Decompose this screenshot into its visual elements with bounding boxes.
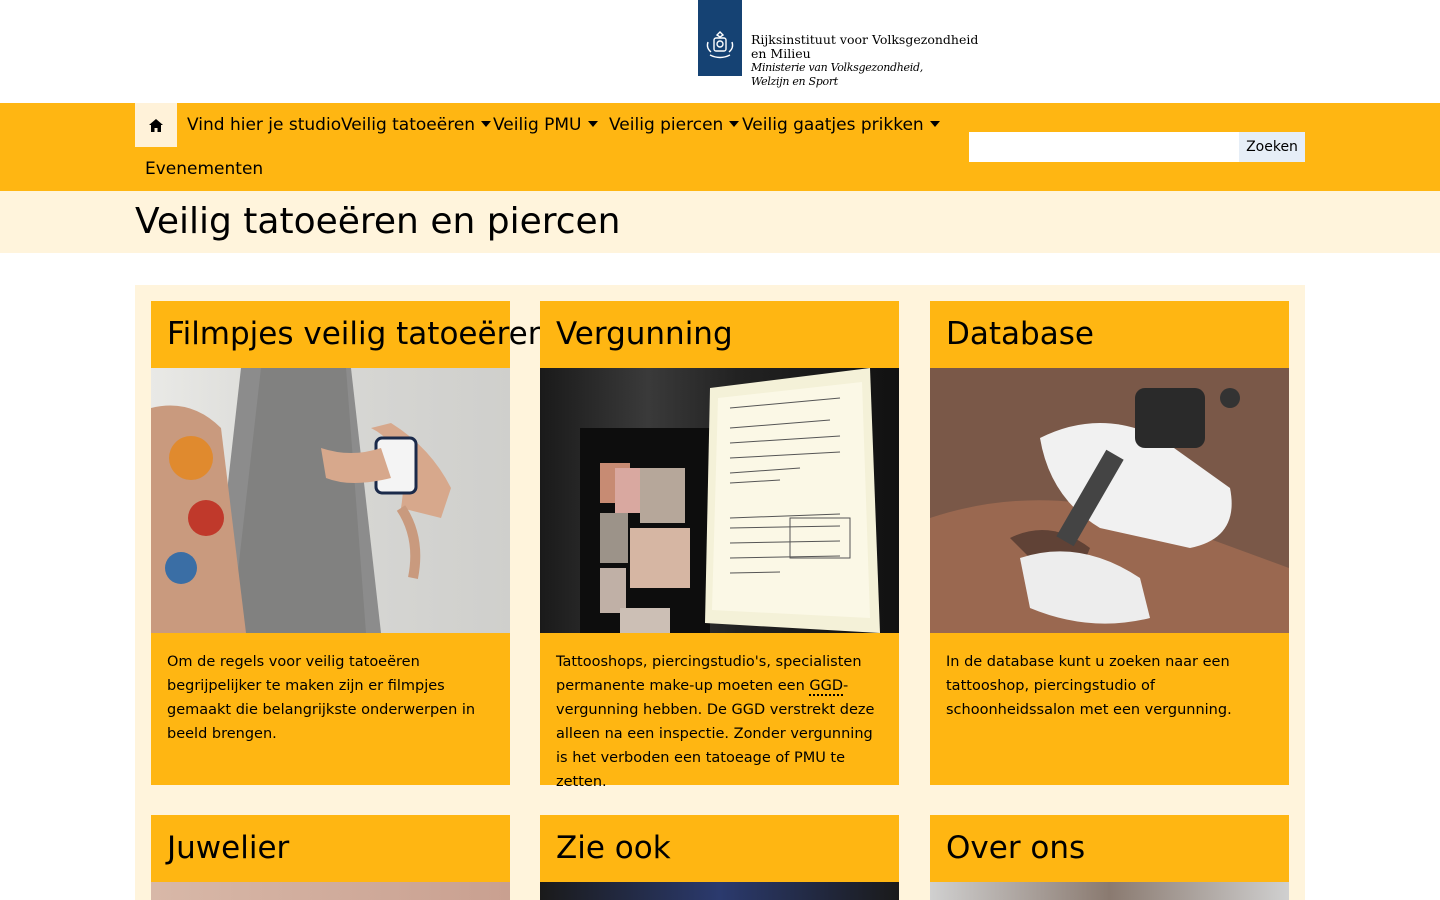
card-image-zie-ook[interactable]: [540, 882, 899, 900]
card-image-tattoo-machine[interactable]: [930, 368, 1289, 633]
logo-text[interactable]: Rijksinstituut voor Volksgezondheid en M…: [751, 33, 978, 89]
nav-item-label: Veilig piercen: [609, 115, 724, 135]
card-filmpjes[interactable]: Filmpjes veilig tatoeëren Om de regels v…: [151, 301, 547, 785]
card-image-tattooed-arm[interactable]: [151, 368, 510, 633]
caret-down-icon: [929, 121, 940, 127]
nav-home-button[interactable]: [135, 103, 177, 147]
card-image-juwelier[interactable]: [151, 882, 510, 900]
nav-item-veilig-pmu[interactable]: Veilig PMU: [493, 103, 598, 147]
logo-ministry: Ministerie van Volksgezondheid,: [751, 61, 923, 74]
tattoo-machine-illustration: [930, 368, 1289, 633]
logo[interactable]: [698, 0, 742, 76]
nav-item-label: Veilig tatoeëren: [341, 115, 476, 135]
page-title: Veilig tatoeëren en piercen: [135, 201, 621, 242]
tattooed-arm-illustration: [151, 368, 451, 633]
card-title[interactable]: Filmpjes veilig tatoeëren: [151, 301, 547, 368]
home-icon: [149, 118, 163, 132]
card-image-permit[interactable]: [540, 368, 899, 633]
content-area: Filmpjes veilig tatoeëren Om de regels v…: [135, 285, 1305, 900]
nav-item-veilig-piercen[interactable]: Veilig piercen: [609, 103, 740, 147]
nav-item-veilig-gaatjes-prikken[interactable]: Veilig gaatjes prikken: [742, 103, 940, 147]
nav-item-label: Veilig PMU: [493, 115, 582, 135]
nav-item-label: Evenementen: [145, 159, 264, 179]
card-title[interactable]: Zie ook: [540, 815, 899, 882]
card-juwelier[interactable]: Juwelier: [151, 815, 510, 900]
abbr-ggd[interactable]: GGD: [809, 678, 844, 696]
search-button[interactable]: Zoeken: [1239, 132, 1305, 162]
nav-item-veilig-tatoeeren[interactable]: Veilig tatoeëren: [341, 103, 492, 147]
card-title[interactable]: Vergunning: [540, 301, 899, 368]
card-title[interactable]: Database: [930, 301, 1289, 368]
card-database[interactable]: Database In de database kunt u zoeken na…: [930, 301, 1289, 785]
caret-down-icon: [587, 121, 598, 127]
logo-org-name-2: en Milieu: [751, 46, 811, 61]
card-zie-ook[interactable]: Zie ook: [540, 815, 899, 900]
permit-window-illustration: [580, 368, 880, 633]
card-text: Om de regels voor veilig tatoeëren begri…: [167, 654, 476, 742]
card-vergunning[interactable]: Vergunning Tattooshops, piercingstudio's…: [540, 301, 899, 790]
card-over-ons[interactable]: Over ons: [930, 815, 1289, 900]
caret-down-icon: [481, 121, 492, 127]
card-image-over-ons[interactable]: [930, 882, 1289, 900]
nav-item-vind-studio[interactable]: Vind hier je studio: [187, 103, 341, 147]
coat-of-arms-icon: [706, 31, 734, 59]
card-text: In de database kunt u zoeken naar een ta…: [946, 654, 1232, 718]
logo-org-name: Rijksinstituut voor Volksgezondheid: [751, 32, 979, 47]
card-title[interactable]: Juwelier: [151, 815, 510, 882]
card-title[interactable]: Over ons: [930, 815, 1289, 882]
card-text: Tattooshops, piercingstudio's, specialis…: [540, 633, 899, 794]
caret-down-icon: [729, 121, 740, 127]
logo-ministry-2: Welzijn en Sport: [751, 75, 838, 88]
search-input[interactable]: [969, 132, 1239, 162]
site-header: Rijksinstituut voor Volksgezondheid en M…: [0, 0, 1440, 103]
nav-item-evenementen[interactable]: Evenementen: [145, 147, 263, 191]
nav-item-label: Vind hier je studio: [187, 115, 342, 135]
main-navigation: Vind hier je studio Veilig tatoeëren Vei…: [0, 103, 1440, 191]
nav-item-label: Veilig gaatjes prikken: [742, 115, 924, 135]
